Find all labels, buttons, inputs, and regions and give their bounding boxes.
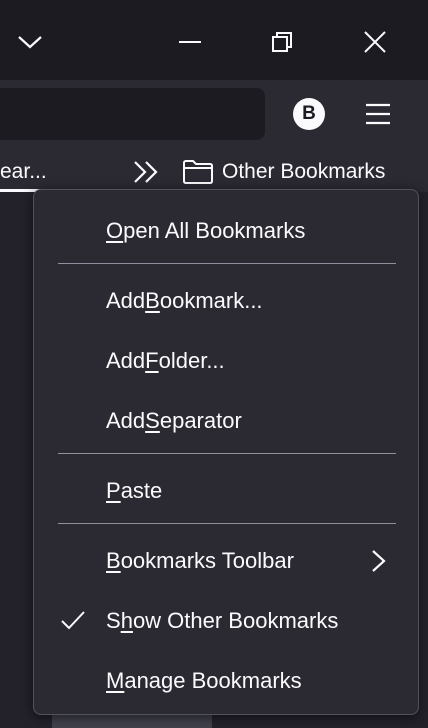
bookmarks-context-menu: Open All Bookmarks Add Bookmark... Add F…	[33, 189, 419, 715]
bookmark-item-label: ear...	[0, 160, 47, 183]
restore-icon	[272, 32, 292, 52]
bookmarks-overflow-button[interactable]	[130, 156, 162, 188]
minimize-button[interactable]	[170, 22, 210, 62]
title-bar	[0, 0, 428, 80]
menu-item-open-all-bookmarks[interactable]: Open All Bookmarks	[34, 203, 418, 259]
other-bookmarks-label: Other Bookmarks	[222, 160, 386, 183]
menu-separator	[58, 453, 396, 454]
avatar-initial: B	[302, 103, 316, 124]
app-menu-button[interactable]	[360, 96, 396, 132]
close-icon	[364, 31, 386, 53]
menu-item-manage-bookmarks[interactable]: Manage Bookmarks	[34, 653, 418, 709]
menu-item-add-separator[interactable]: Add Separator	[34, 393, 418, 449]
bookmark-item[interactable]: ear...	[0, 152, 64, 192]
account-avatar[interactable]: B	[293, 98, 325, 130]
folder-icon	[183, 160, 213, 184]
menu-item-add-folder[interactable]: Add Folder...	[34, 333, 418, 389]
minimize-icon	[179, 41, 201, 43]
chevron-right-icon	[372, 550, 386, 572]
menu-separator	[58, 523, 396, 524]
list-all-tabs-button[interactable]	[10, 22, 50, 62]
restore-button[interactable]	[262, 22, 302, 62]
menu-separator	[58, 263, 396, 264]
checkmark-icon	[61, 611, 85, 630]
menu-item-add-bookmark[interactable]: Add Bookmark...	[34, 273, 418, 329]
double-chevron-icon	[134, 161, 158, 183]
close-button[interactable]	[355, 22, 395, 62]
menu-item-paste[interactable]: Paste	[34, 463, 418, 519]
hamburger-icon	[366, 103, 390, 125]
navigation-toolbar: B	[0, 80, 428, 152]
bookmarks-toolbar: ear... Other Bookmarks	[0, 152, 428, 192]
menu-item-bookmarks-toolbar[interactable]: Bookmarks Toolbar	[34, 533, 418, 589]
url-bar[interactable]	[0, 88, 265, 140]
content-element	[52, 714, 212, 728]
chevron-down-icon	[18, 36, 42, 49]
menu-item-show-other-bookmarks[interactable]: Sh ow Other Bookmarks	[34, 593, 418, 649]
other-bookmarks-button[interactable]: Other Bookmarks	[182, 152, 385, 192]
